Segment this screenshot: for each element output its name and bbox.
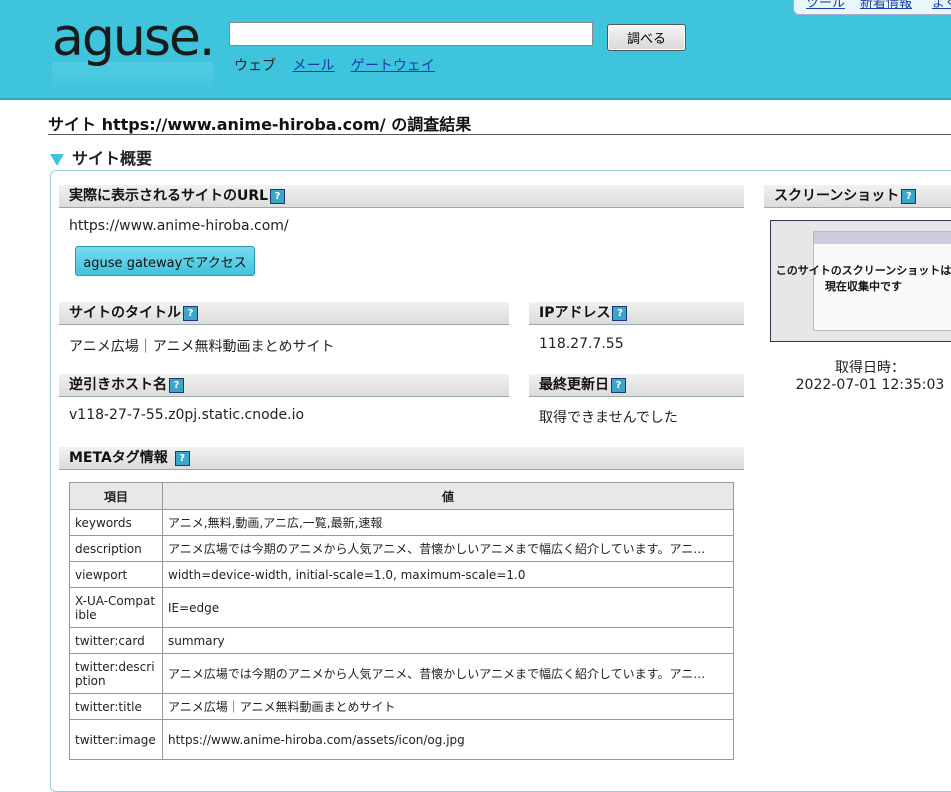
meta-value: アニメ広場｜アニメ無料動画まとめサイト: [162, 693, 734, 720]
capture-time-value: 2022-07-01 12:35:03: [795, 377, 945, 393]
meta-value: アニメ広場では今期のアニメから人気アニメ、昔懐かしいアニメまで幅広く紹介していま…: [162, 653, 734, 694]
meta-key: keywords: [69, 509, 163, 536]
column-header-key: 項目: [69, 482, 163, 510]
site-title-heading: サイトのタイトル?: [59, 302, 509, 325]
help-icon[interactable]: ?: [183, 305, 198, 321]
meta-key: twitter:image: [69, 719, 163, 760]
meta-value: width=device-width, initial-scale=1.0, m…: [162, 561, 734, 588]
search-input[interactable]: [229, 22, 593, 46]
search-button[interactable]: 調べる: [607, 24, 686, 51]
site-title-value: アニメ広場｜アニメ無料動画まとめサイト: [69, 339, 335, 355]
meta-value: https://www.anime-hiroba.com/assets/icon…: [162, 719, 734, 760]
last-update-heading-label: 最終更新日: [539, 377, 609, 393]
nav-news[interactable]: 新着情報: [860, 0, 912, 11]
meta-heading-label: METAタグ情報: [69, 450, 168, 466]
ip-value: 118.27.7.55: [539, 336, 624, 352]
section-heading-label: サイト概要: [72, 149, 153, 168]
tab-gateway[interactable]: ゲートウェイ: [351, 58, 435, 74]
meta-key: twitter:title: [69, 693, 163, 720]
meta-value: アニメ広場では今期のアニメから人気アニメ、昔懐かしいアニメまで幅広く紹介していま…: [162, 535, 734, 562]
title-divider: [48, 134, 951, 135]
triangle-down-icon: [50, 153, 64, 166]
table-row: X-UA-Compatible IE=edge: [69, 587, 734, 628]
section-heading[interactable]: サイト概要: [50, 145, 152, 169]
nav-faq[interactable]: よく: [932, 0, 951, 11]
screenshot-caption: 取得日時： 2022-07-01 12:35:03: [770, 360, 951, 394]
capture-time-label: 取得日時：: [835, 360, 905, 376]
aguse-logo[interactable]: aguse.: [52, 8, 215, 68]
meta-value: IE=edge: [162, 587, 734, 628]
reverse-host-heading-label: 逆引きホスト名: [69, 377, 167, 393]
page-title: サイト https://www.anime-hiroba.com/ の調査結果: [48, 115, 472, 134]
ip-heading: IPアドレス?: [529, 302, 744, 325]
table-row: twitter:card summary: [69, 627, 734, 654]
meta-key: twitter:description: [69, 653, 163, 694]
help-icon[interactable]: ?: [270, 188, 286, 204]
last-update-value: 取得できませんでした: [539, 410, 678, 426]
table-row: description アニメ広場では今期のアニメから人気アニメ、昔懐かしいアニメ…: [69, 535, 734, 562]
url-heading-label: 実際に表示されるサイトのURL: [69, 188, 269, 204]
table-row: twitter:description アニメ広場では今期のアニメから人気アニメ、…: [69, 653, 734, 694]
help-icon[interactable]: ?: [612, 305, 628, 321]
meta-value: summary: [162, 627, 734, 654]
table-row: twitter:title アニメ広場｜アニメ無料動画まとめサイト: [69, 693, 734, 720]
table-row: keywords アニメ,無料,動画,アニ広,一覧,最新,速報: [69, 509, 734, 536]
meta-key: description: [69, 535, 163, 562]
nav-tools[interactable]: ツール: [806, 0, 845, 11]
help-icon[interactable]: ?: [901, 188, 917, 204]
meta-key: X-UA-Compatible: [69, 587, 163, 628]
meta-value: アニメ,無料,動画,アニ広,一覧,最新,速報: [162, 509, 734, 536]
search-mode-tabs: ウェブ メール ゲートウェイ: [234, 55, 447, 75]
gateway-access-button[interactable]: aguse gatewayでアクセス: [75, 246, 255, 276]
meta-key: viewport: [69, 561, 163, 588]
reverse-host-value: v118-27-7-55.z0pj.static.cnode.io: [69, 407, 305, 423]
site-title-heading-label: サイトのタイトル: [69, 305, 181, 321]
meta-key: twitter:card: [69, 627, 163, 654]
help-icon[interactable]: ?: [174, 450, 190, 466]
site-header: aguse. 調べる ウェブ メール ゲートウェイ ツール 新着情報 よく: [0, 0, 951, 100]
table-header-row: 項目 値: [69, 482, 734, 510]
meta-table: 項目 値 keywords アニメ,無料,動画,アニ広,一覧,最新,速報 desc…: [69, 482, 734, 760]
table-row: twitter:image https://www.anime-hiroba.co…: [69, 719, 734, 760]
ip-heading-label: IPアドレス: [539, 305, 611, 321]
url-heading: 実際に表示されるサイトのURL?: [59, 185, 744, 208]
column-header-value: 値: [162, 482, 734, 510]
last-update-heading: 最終更新日?: [529, 374, 744, 397]
screenshot-placeholder-text: このサイトのスクリーンショットは 現在収集中です: [771, 263, 951, 295]
tab-web[interactable]: ウェブ: [234, 58, 276, 74]
top-nav: ツール 新着情報 よく: [793, 0, 951, 15]
screenshot-placeholder-line1: このサイトのスクリーンショットは: [775, 264, 951, 277]
screenshot-placeholder-line2: 現在収集中です: [825, 280, 902, 293]
help-icon[interactable]: ?: [169, 377, 184, 393]
screenshot-heading: スクリーンショット?: [764, 185, 951, 208]
meta-heading: METAタグ情報 ?: [59, 447, 744, 470]
reverse-host-heading: 逆引きホスト名?: [59, 374, 509, 397]
screenshot-thumbnail[interactable]: このサイトのスクリーンショットは 現在収集中です: [770, 220, 951, 342]
tab-mail[interactable]: メール: [292, 58, 334, 74]
actual-url: https://www.anime-hiroba.com/: [69, 218, 289, 234]
help-icon[interactable]: ?: [611, 377, 626, 393]
table-row: viewport width=device-width, initial-scal…: [69, 561, 734, 588]
screenshot-heading-label: スクリーンショット: [774, 188, 900, 204]
